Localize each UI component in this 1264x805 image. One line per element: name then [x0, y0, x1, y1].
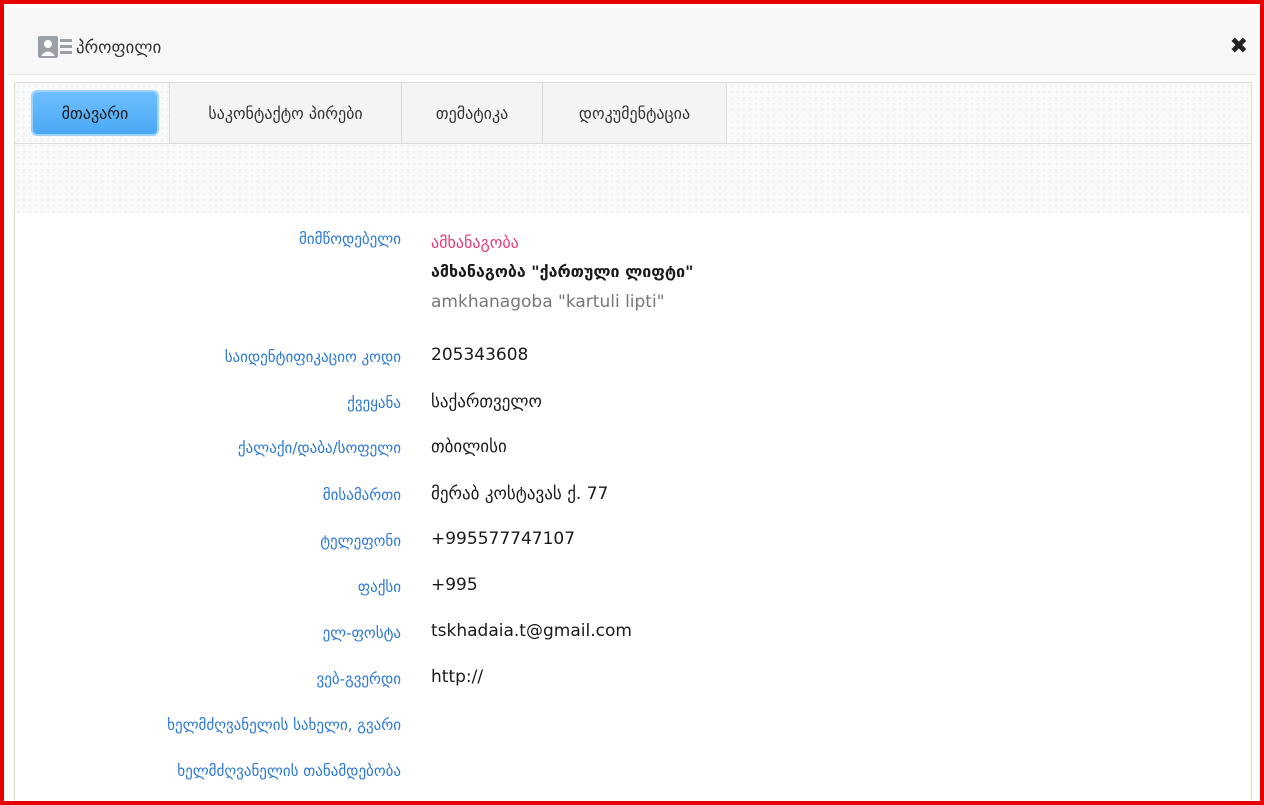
dialog-title: პროფილი	[76, 38, 162, 58]
tab-bar: მთავარი საკონტაქტო პირები თემატიკა დოკუმ…	[15, 83, 1251, 144]
tab-contact-persons[interactable]: საკონტაქტო პირები	[170, 83, 402, 143]
phone-value: +995577747107	[431, 529, 576, 549]
tab-contact-persons-label: საკონტაქტო პირები	[208, 103, 363, 123]
close-icon[interactable]: ✖	[1230, 34, 1248, 59]
fax-value: +995	[431, 575, 478, 595]
city-value: თბილისი	[431, 437, 507, 457]
main-panel: მთავარი საკონტაქტო პირები თემატიკა დოკუმ…	[14, 82, 1252, 801]
email-label: ელ-ფოსტა	[322, 624, 401, 642]
website-value[interactable]: http://	[431, 667, 483, 687]
supplier-label: მიმწოდებელი	[299, 230, 401, 248]
website-label: ვებ-გვერდი	[316, 670, 401, 688]
tab-documentation-label: დოკუმენტაცია	[578, 103, 691, 123]
phone-label: ტელეფონი	[320, 532, 401, 550]
supplier-name-en: amkhanagoba "kartuli lipti"	[431, 292, 665, 312]
head-name-label: ხელმძღვანელის სახელი, გვარი	[167, 716, 401, 734]
profile-card-icon	[38, 36, 72, 58]
tab-documentation[interactable]: დოკუმენტაცია	[543, 83, 727, 143]
country-value: საქართველო	[431, 392, 542, 412]
tab-topics-label: თემატიკა	[435, 103, 509, 123]
email-value[interactable]: tskhadaia.t@gmail.com	[431, 621, 632, 641]
supplier-type: ამხანაგობა	[431, 233, 519, 252]
supplier-name-ka: ამხანაგობა "ქართული ლიფტი"	[431, 262, 694, 281]
profile-form: მიმწოდებელი ამხანაგობა ამხანაგობა "ქართუ…	[15, 213, 1251, 801]
city-label: ქალაქი/დაბა/სოფელი	[237, 439, 401, 457]
address-value: მერაბ კოსტავას ქ. 77	[431, 484, 609, 504]
country-label: ქვეყანა	[347, 394, 401, 412]
tab-topics[interactable]: თემატიკა	[402, 83, 543, 143]
fax-label: ფაქსი	[357, 578, 401, 596]
profile-dialog: პროფილი ✖ მთავარი საკონტაქტო პირები თემა…	[0, 0, 1264, 805]
dialog-titlebar: პროფილი ✖	[8, 8, 1256, 75]
id-code-label: საიდენტიფიკაციო კოდი	[224, 348, 401, 366]
tab-main[interactable]: მთავარი	[15, 83, 170, 143]
address-label: მისამართი	[322, 486, 401, 504]
id-code-value: 205343608	[431, 345, 529, 365]
head-position-label: ხელმძღვანელის თანამდებობა	[177, 762, 401, 780]
tab-main-label: მთავარი	[33, 92, 157, 134]
